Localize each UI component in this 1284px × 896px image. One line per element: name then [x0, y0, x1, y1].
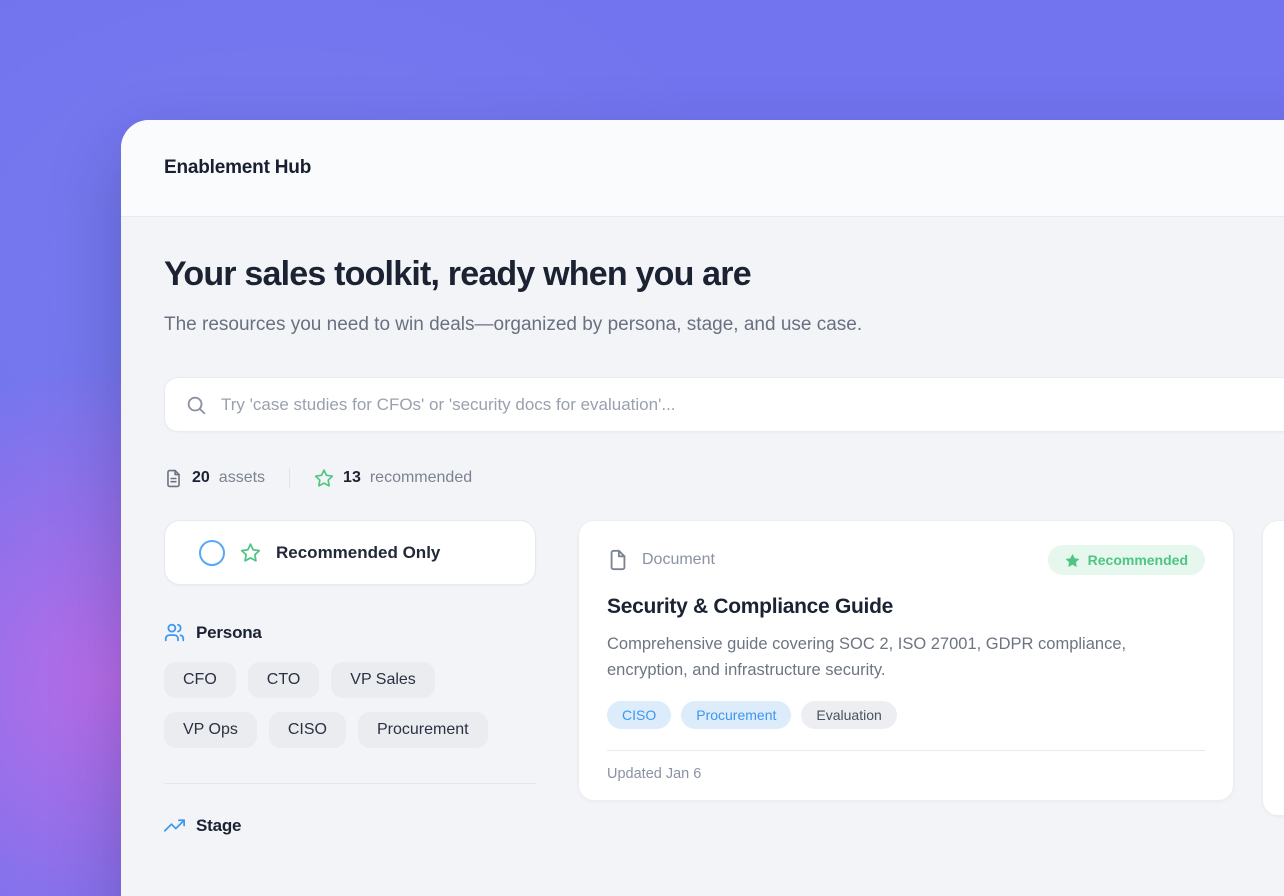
app-header: Enablement Hub: [121, 120, 1284, 217]
asset-card-partial[interactable]: [1262, 520, 1284, 816]
asset-tag: CISO: [607, 701, 671, 729]
asset-title: Security & Compliance Guide: [607, 595, 1205, 619]
star-filled-icon: [1065, 553, 1080, 568]
asset-tag: Procurement: [681, 701, 791, 729]
persona-filter-chip[interactable]: CISO: [269, 712, 346, 748]
stats-divider: [289, 468, 290, 488]
asset-description: Comprehensive guide covering SOC 2, ISO …: [607, 631, 1187, 683]
star-icon: [314, 468, 334, 488]
star-icon: [240, 542, 261, 563]
recommended-badge-label: Recommended: [1088, 552, 1188, 568]
recommended-count: 13: [343, 469, 361, 487]
persona-section-label: Persona: [196, 623, 262, 643]
asset-card[interactable]: Document Recommended Security & Complian…: [578, 520, 1234, 801]
recommended-label: recommended: [370, 469, 472, 487]
recommended-only-toggle[interactable]: Recommended Only: [164, 520, 536, 585]
asset-card-top: Document Recommended: [607, 545, 1205, 575]
filters-sidebar: Recommended Only Persona CFO CTO VP Sales V…: [164, 520, 536, 836]
file-icon: [607, 549, 629, 571]
assets-count-stat: 20 assets: [164, 469, 265, 488]
document-icon: [164, 469, 183, 488]
persona-filter-chip[interactable]: CTO: [248, 662, 319, 698]
stage-section-label: Stage: [196, 816, 241, 836]
persona-chip-list: CFO CTO VP Sales VP Ops CISO Procurement: [164, 662, 536, 748]
radio-circle-icon[interactable]: [199, 540, 225, 566]
asset-tag: Evaluation: [801, 701, 896, 729]
asset-type: Document: [607, 549, 715, 571]
search-bar[interactable]: [164, 377, 1284, 432]
sidebar-divider: [164, 783, 536, 784]
main-columns: Recommended Only Persona CFO CTO VP Sales V…: [164, 520, 1284, 836]
asset-type-label: Document: [642, 551, 715, 569]
persona-filter-chip[interactable]: VP Ops: [164, 712, 257, 748]
asset-tag-list: CISO Procurement Evaluation: [607, 701, 1205, 729]
search-icon: [185, 394, 207, 416]
stats-row: 20 assets 13 recommended: [164, 468, 1284, 488]
persona-filter-chip[interactable]: VP Sales: [331, 662, 435, 698]
asset-updated: Updated Jan 6: [607, 750, 1205, 800]
enablement-hub-window: Enablement Hub Your sales toolkit, ready…: [121, 120, 1284, 896]
page-title: Your sales toolkit, ready when you are: [164, 254, 1284, 294]
page-subtitle: The resources you need to win deals—orga…: [164, 306, 979, 344]
assets-count: 20: [192, 469, 210, 487]
recommended-only-label: Recommended Only: [276, 543, 440, 563]
page-content: Your sales toolkit, ready when you are T…: [121, 254, 1284, 836]
recommended-badge: Recommended: [1048, 545, 1205, 575]
persona-filter-chip[interactable]: CFO: [164, 662, 236, 698]
users-icon: [164, 622, 185, 643]
assets-label: assets: [219, 469, 265, 487]
app-title: Enablement Hub: [164, 157, 311, 179]
recommended-count-stat: 13 recommended: [314, 468, 472, 488]
persona-section-heading: Persona: [164, 622, 536, 643]
trending-up-icon: [164, 815, 185, 836]
stage-section-heading: Stage: [164, 815, 536, 836]
search-input[interactable]: [221, 395, 1284, 415]
persona-filter-chip[interactable]: Procurement: [358, 712, 488, 748]
